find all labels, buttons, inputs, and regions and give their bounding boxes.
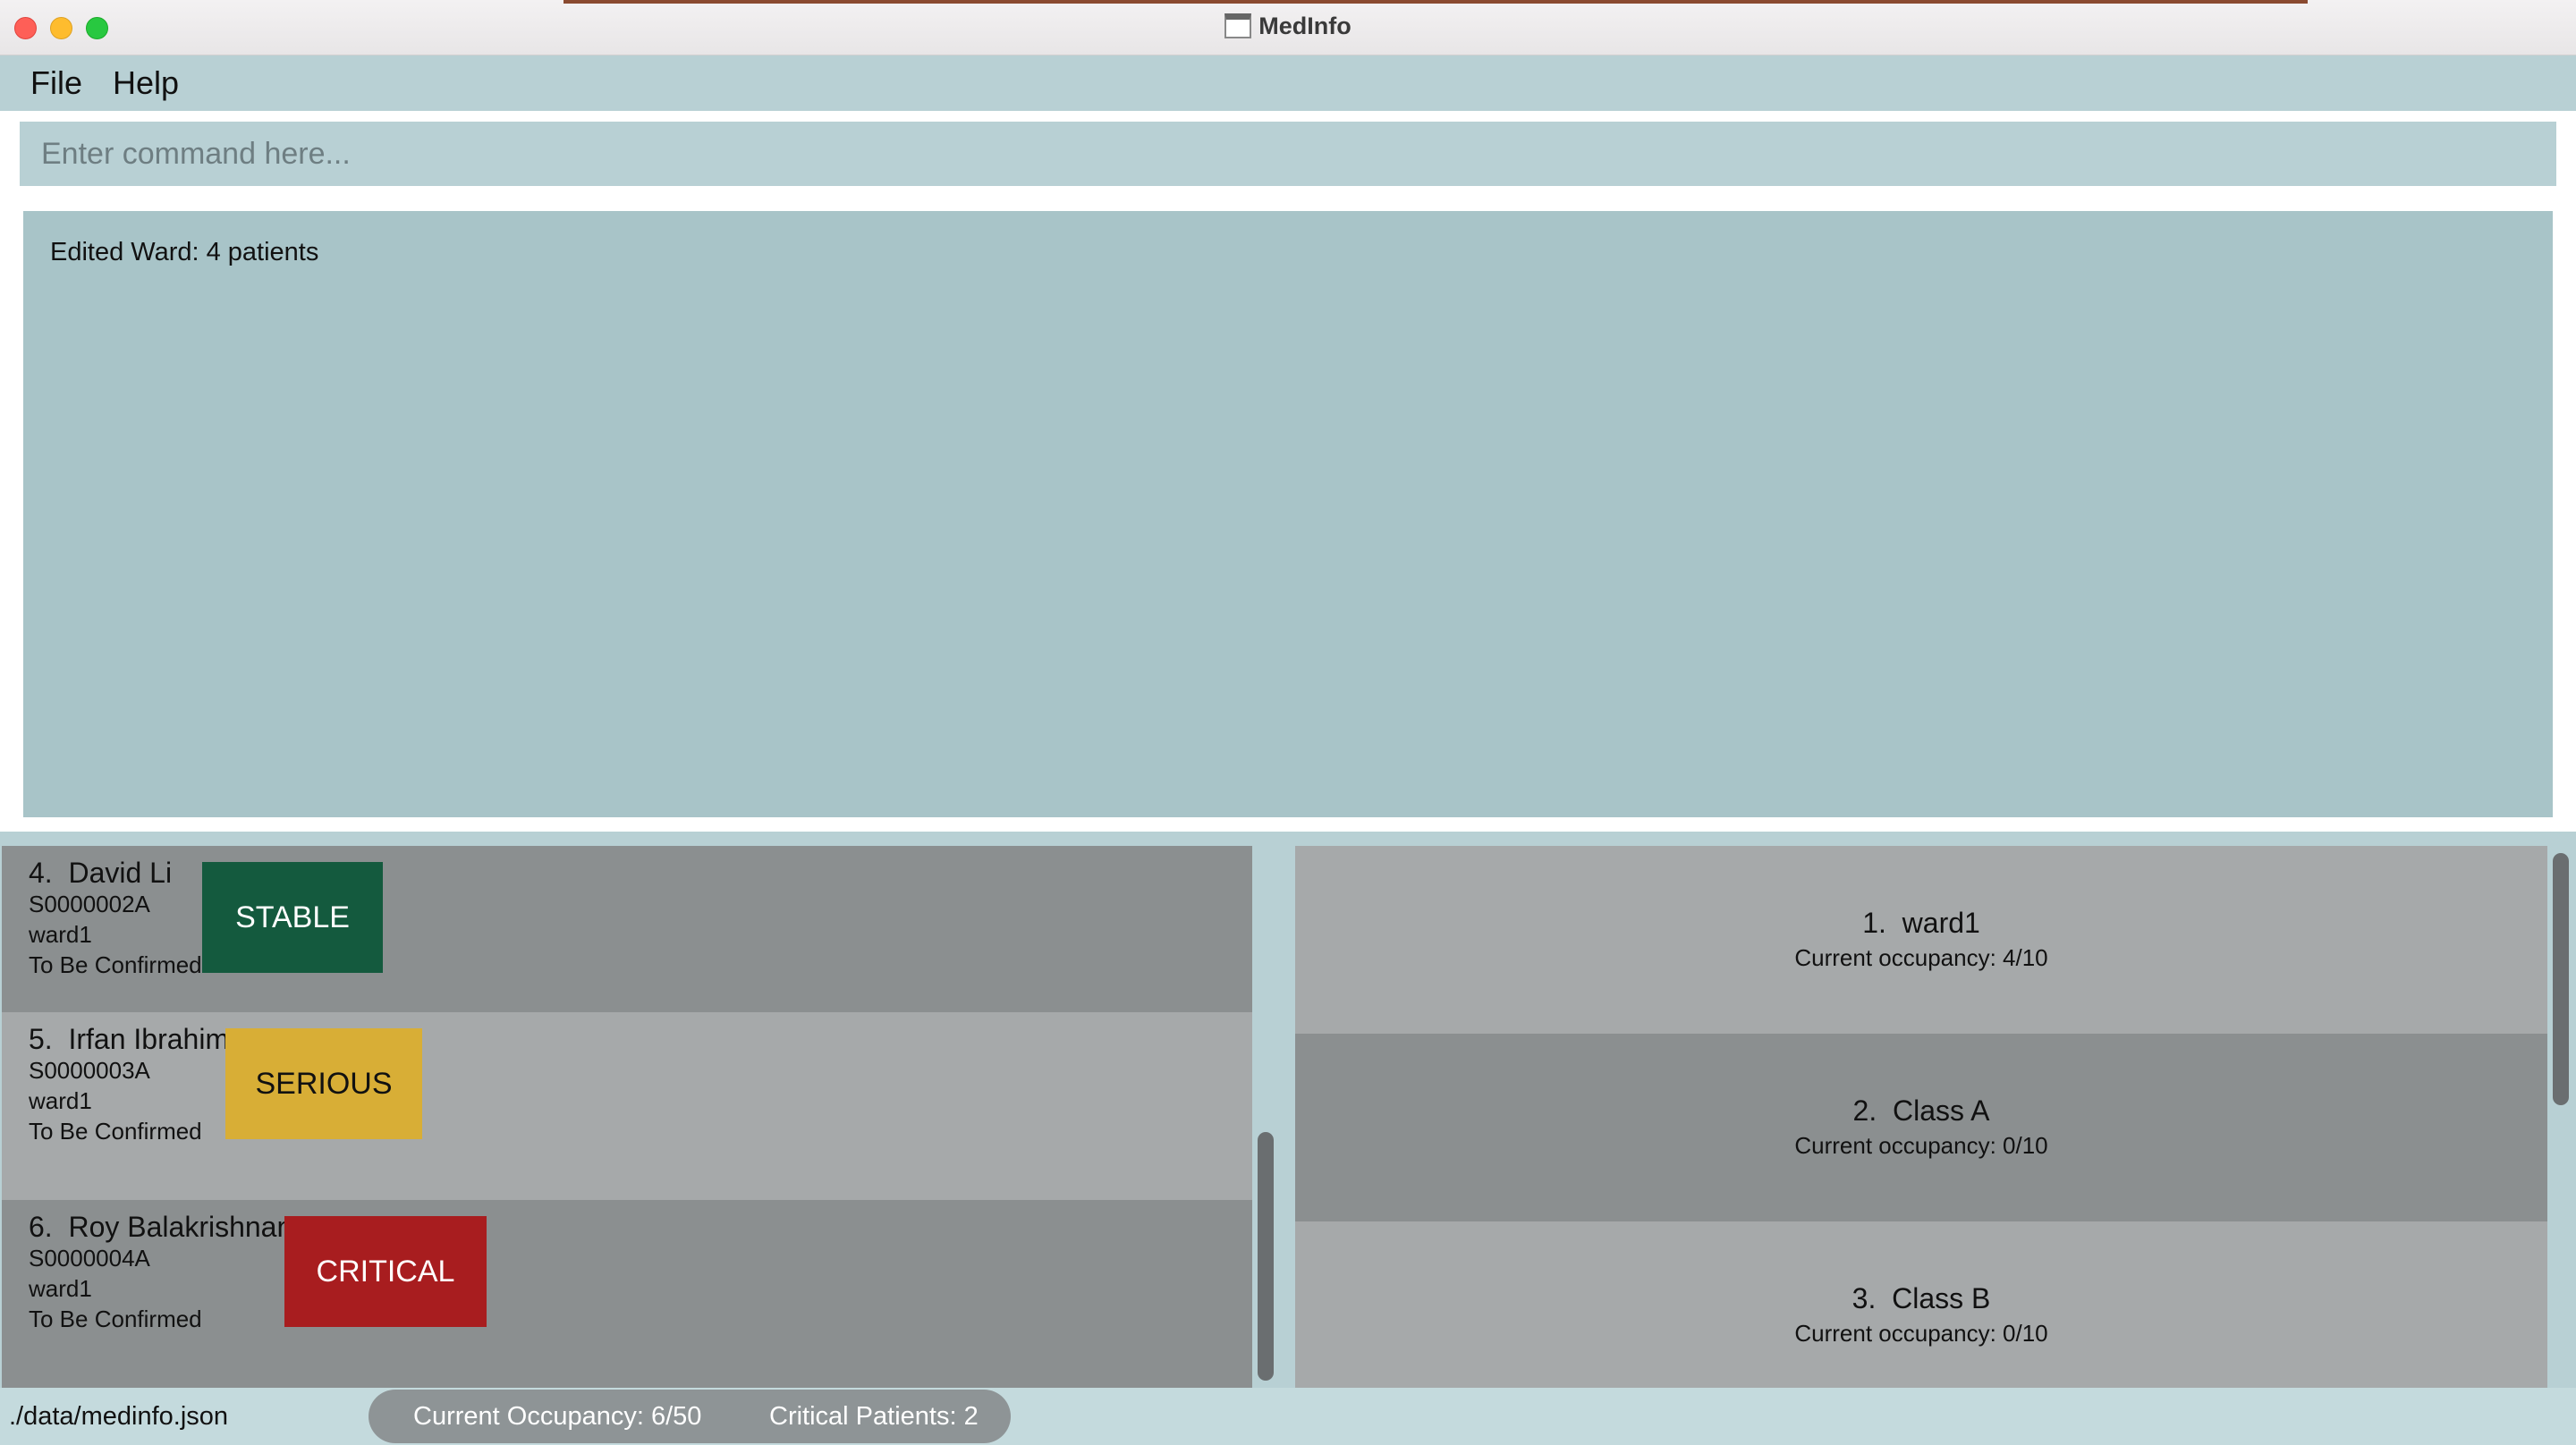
command-box — [0, 111, 2576, 200]
lists-area: 4. David Li S0000002A ward1 To Be Confir… — [0, 846, 2576, 1388]
patient-discharge: To Be Confirmed — [29, 1306, 202, 1332]
ward-card[interactable]: 1. ward1 Current occupancy: 4/10 — [1295, 846, 2547, 1034]
status-badge: CRITICAL — [284, 1216, 487, 1327]
ward-occupancy: Current occupancy: 4/10 — [1794, 944, 2048, 971]
patient-name-line: 5. Irfan Ibrahim — [29, 1023, 229, 1056]
menu-bar: File Help — [0, 55, 2576, 111]
patient-index: 6. — [29, 1211, 53, 1243]
patient-index: 5. — [29, 1023, 53, 1055]
patient-nric: S0000003A — [29, 1057, 150, 1084]
save-file-path: ./data/medinfo.json — [9, 1402, 229, 1431]
patient-name-line: 6. Roy Balakrishnan — [29, 1211, 292, 1244]
ward-card[interactable]: 2. Class A Current occupancy: 0/10 — [1295, 1034, 2547, 1221]
menu-help[interactable]: Help — [113, 64, 179, 102]
result-display-container: Edited Ward: 4 patients — [0, 200, 2576, 837]
patient-name-line: 4. David Li — [29, 857, 172, 890]
window-title-text: MedInfo — [1258, 13, 1352, 39]
ward-index: 3. — [1852, 1282, 1877, 1314]
ward-name: ward1 — [1902, 907, 1980, 939]
ward-occupancy: Current occupancy: 0/10 — [1794, 1320, 2048, 1347]
ward-name: Class B — [1892, 1282, 1991, 1314]
patient-list[interactable]: 4. David Li S0000002A ward1 To Be Confir… — [2, 846, 1252, 1388]
split-divider[interactable] — [0, 832, 2576, 846]
ward-name-line: 3. Class B — [1295, 1282, 2547, 1315]
patient-card[interactable]: 5. Irfan Ibrahim S0000003A ward1 To Be C… — [2, 1012, 1252, 1200]
patient-ward: ward1 — [29, 1087, 92, 1114]
patient-nric: S0000004A — [29, 1245, 150, 1272]
critical-patients-stat: Critical Patients: 2 — [769, 1402, 979, 1431]
patient-name: David Li — [68, 857, 173, 889]
menu-file[interactable]: File — [30, 64, 82, 102]
status-bar: ./data/medinfo.json Current Occupancy: 6… — [0, 1388, 2576, 1445]
patient-card[interactable]: 6. Roy Balakrishnan S0000004A ward1 To B… — [2, 1200, 1252, 1388]
result-display[interactable]: Edited Ward: 4 patients — [23, 211, 2553, 817]
command-input[interactable] — [20, 122, 2556, 186]
patient-index: 4. — [29, 857, 53, 889]
ward-index: 1. — [1862, 907, 1886, 939]
patient-ward: ward1 — [29, 1275, 92, 1302]
status-badge: SERIOUS — [225, 1028, 422, 1139]
current-occupancy-stat: Current Occupancy: 6/50 — [413, 1402, 702, 1431]
ward-occupancy: Current occupancy: 0/10 — [1794, 1132, 2048, 1159]
patient-list-scroll-thumb[interactable] — [1258, 1132, 1274, 1381]
ward-index: 2. — [1852, 1094, 1877, 1127]
ward-name-line: 1. ward1 — [1295, 907, 2547, 940]
patient-nric: S0000002A — [29, 891, 150, 917]
title-bar: MedInfo — [0, 0, 2576, 55]
patient-name: Roy Balakrishnan — [68, 1211, 293, 1243]
window-top-edge — [564, 0, 2308, 4]
patient-discharge: To Be Confirmed — [29, 951, 202, 978]
ward-card[interactable]: 3. Class B Current occupancy: 0/10 — [1295, 1221, 2547, 1388]
ward-list[interactable]: 1. ward1 Current occupancy: 4/10 2. Clas… — [1295, 846, 2547, 1388]
ward-name-line: 2. Class A — [1295, 1094, 2547, 1128]
patient-ward: ward1 — [29, 921, 92, 948]
ward-list-scroll-thumb[interactable] — [2553, 853, 2569, 1105]
ward-name: Class A — [1892, 1094, 1990, 1127]
window-title: MedInfo — [0, 13, 2576, 40]
patient-discharge: To Be Confirmed — [29, 1118, 202, 1145]
result-message: Edited Ward: 4 patients — [50, 238, 319, 266]
stats-pill: Current Occupancy: 6/50 Critical Patient… — [369, 1390, 1011, 1443]
app-terminal-icon — [1224, 13, 1252, 38]
patient-card[interactable]: 4. David Li S0000002A ward1 To Be Confir… — [2, 846, 1252, 1034]
status-badge: STABLE — [202, 862, 383, 973]
patient-name: Irfan Ibrahim — [68, 1023, 230, 1055]
